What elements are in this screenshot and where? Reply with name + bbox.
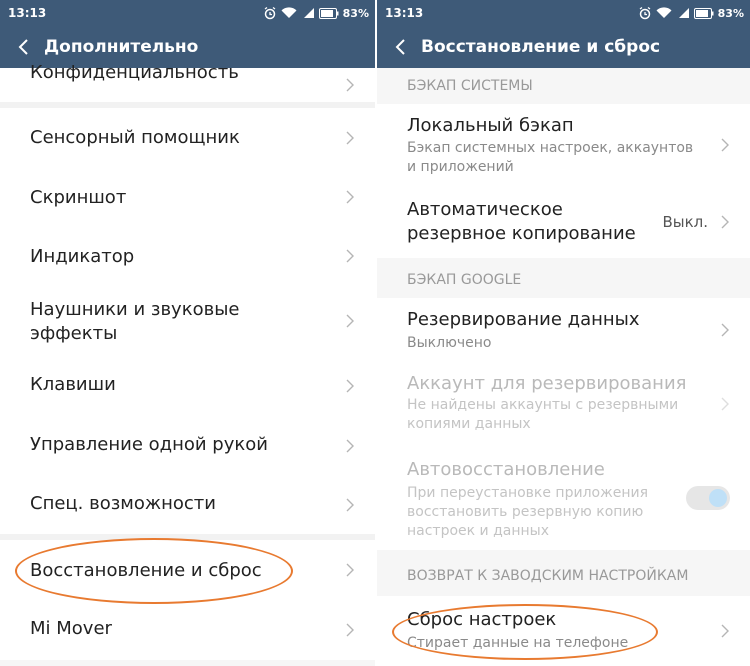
list-item-label: Спец. возможности [30, 493, 216, 514]
chevron-right-icon [346, 439, 354, 452]
item-subtitle: Бэкап системных настроек, аккаунтов и пр… [407, 140, 694, 175]
chevron-right-icon [346, 78, 354, 92]
auto-restore-item: Автовосстановление При переустановке при… [377, 446, 750, 550]
chevron-right-icon [721, 397, 729, 411]
section-header-factory-reset: ВОЗВРАТ К ЗАВОДСКИМ НАСТРОЙКАМ [377, 550, 750, 596]
battery-percent: 83% [717, 6, 744, 20]
signal-icon [678, 8, 689, 18]
status-time: 13:13 [385, 6, 424, 20]
section-header-google-backup: БЭКАП GOOGLE [377, 258, 750, 298]
item-title: Резервирование данных [407, 309, 640, 330]
auto-backup-item[interactable]: Автоматическое резервное копирование Вык… [377, 186, 750, 258]
list-item-label: Mi Mover [30, 618, 112, 639]
list-item-label: Управление одной рукой [30, 434, 268, 455]
backup-data-item[interactable]: Резервирование данных Выключено [377, 298, 750, 362]
back-arrow-icon[interactable] [12, 35, 36, 59]
list-item-label: Конфиденциальность [30, 62, 239, 83]
battery-percent: 83% [342, 6, 369, 20]
factory-reset-item[interactable]: Сброс настроек Стирает данные на телефон… [377, 596, 750, 666]
chevron-right-icon [346, 249, 354, 263]
item-title: Автовосстановление [407, 459, 605, 480]
chevron-right-icon [346, 498, 354, 511]
list-item-label: Сенсорный помощник [30, 127, 240, 148]
chevron-right-icon [346, 314, 354, 328]
list-item-label: Индикатор [30, 246, 135, 267]
list-item-one-handed[interactable]: Управление одной рукой [0, 416, 375, 475]
status-time: 13:13 [8, 6, 47, 20]
list-item-label: Скриншот [30, 187, 127, 208]
list-item-indicator[interactable]: Индикатор [0, 226, 375, 286]
section-header-label: ВОЗВРАТ К ЗАВОДСКИМ НАСТРОЙКАМ [407, 568, 689, 584]
item-subtitle: При переустановке приложения восстановит… [407, 485, 648, 539]
status-bar: 13:13 83% [377, 0, 750, 26]
title-bar: Восстановление и сброс [377, 26, 750, 68]
settings-list: БЭКАП СИСТЕМЫ Локальный бэкап Бэкап сист… [377, 68, 750, 666]
wifi-icon [281, 7, 297, 19]
item-subtitle: Выключено [407, 335, 492, 351]
chevron-right-icon [721, 138, 729, 152]
page-title: Дополнительно [44, 37, 199, 57]
item-subtitle: Стирает данные на телефоне [407, 635, 629, 651]
item-title: Сброс настроек [407, 609, 557, 630]
list-item-label: Наушники и звуковые эффекты [30, 299, 240, 344]
status-bar: 13:13 83% [0, 0, 375, 26]
local-backup-item[interactable]: Локальный бэкап Бэкап системных настроек… [377, 104, 750, 186]
battery-icon [318, 7, 339, 19]
item-title: Аккаунт для резервирования [407, 373, 687, 394]
toggle-knob [709, 489, 727, 507]
item-subtitle: Не найдены аккаунты с резервными копиями… [407, 397, 679, 432]
chevron-right-icon [721, 215, 729, 229]
chevron-right-icon [346, 563, 354, 577]
section-header-label: БЭКАП СИСТЕМЫ [407, 78, 533, 94]
item-title: Локальный бэкап [407, 115, 574, 136]
page-title: Восстановление и сброс [421, 37, 661, 57]
list-item-screenshot[interactable]: Скриншот [0, 167, 375, 226]
back-arrow-icon[interactable] [389, 35, 413, 59]
chevron-right-icon [721, 624, 729, 638]
auto-restore-toggle[interactable] [686, 486, 730, 510]
right-screen: 13:13 83% Восстановление и сброс БЭКАП С… [377, 0, 750, 666]
list-item-privacy[interactable]: Конфиденциальность [0, 62, 375, 102]
alarm-icon [264, 6, 276, 20]
alarm-icon [639, 6, 651, 20]
list-item-label: Клавиши [30, 374, 116, 395]
item-title: Автоматическое резервное копирование [407, 199, 636, 244]
settings-list: Конфиденциальность Сенсорный помощник Ск… [0, 62, 375, 666]
list-item-headphones[interactable]: Наушники и звуковые эффекты [0, 286, 375, 356]
chevron-right-icon [346, 379, 354, 393]
list-item-mi-mover[interactable]: Mi Mover [0, 600, 375, 660]
section-header-system-backup: БЭКАП СИСТЕМЫ [377, 68, 750, 104]
list-item-accessibility[interactable]: Спец. возможности [0, 475, 375, 534]
item-value: Выкл. [662, 213, 708, 231]
chevron-right-icon [346, 190, 354, 203]
list-item-touch-assistant[interactable]: Сенсорный помощник [0, 108, 375, 167]
left-screen: 13:13 83% Дополнительно Конфиденциальнос… [0, 0, 375, 666]
chevron-right-icon [346, 131, 354, 144]
section-header-label: БЭКАП GOOGLE [407, 272, 522, 288]
list-item-label: Восстановление и сброс [30, 560, 262, 581]
battery-icon [693, 7, 714, 19]
list-item-backup-reset[interactable]: Восстановление и сброс [0, 540, 375, 600]
chevron-right-icon [346, 623, 354, 637]
list-item-buttons[interactable]: Клавиши [0, 356, 375, 416]
chevron-right-icon [721, 323, 729, 337]
signal-icon [303, 8, 314, 18]
backup-account-item: Аккаунт для резервирования Не найдены ак… [377, 362, 750, 446]
wifi-icon [656, 7, 672, 19]
